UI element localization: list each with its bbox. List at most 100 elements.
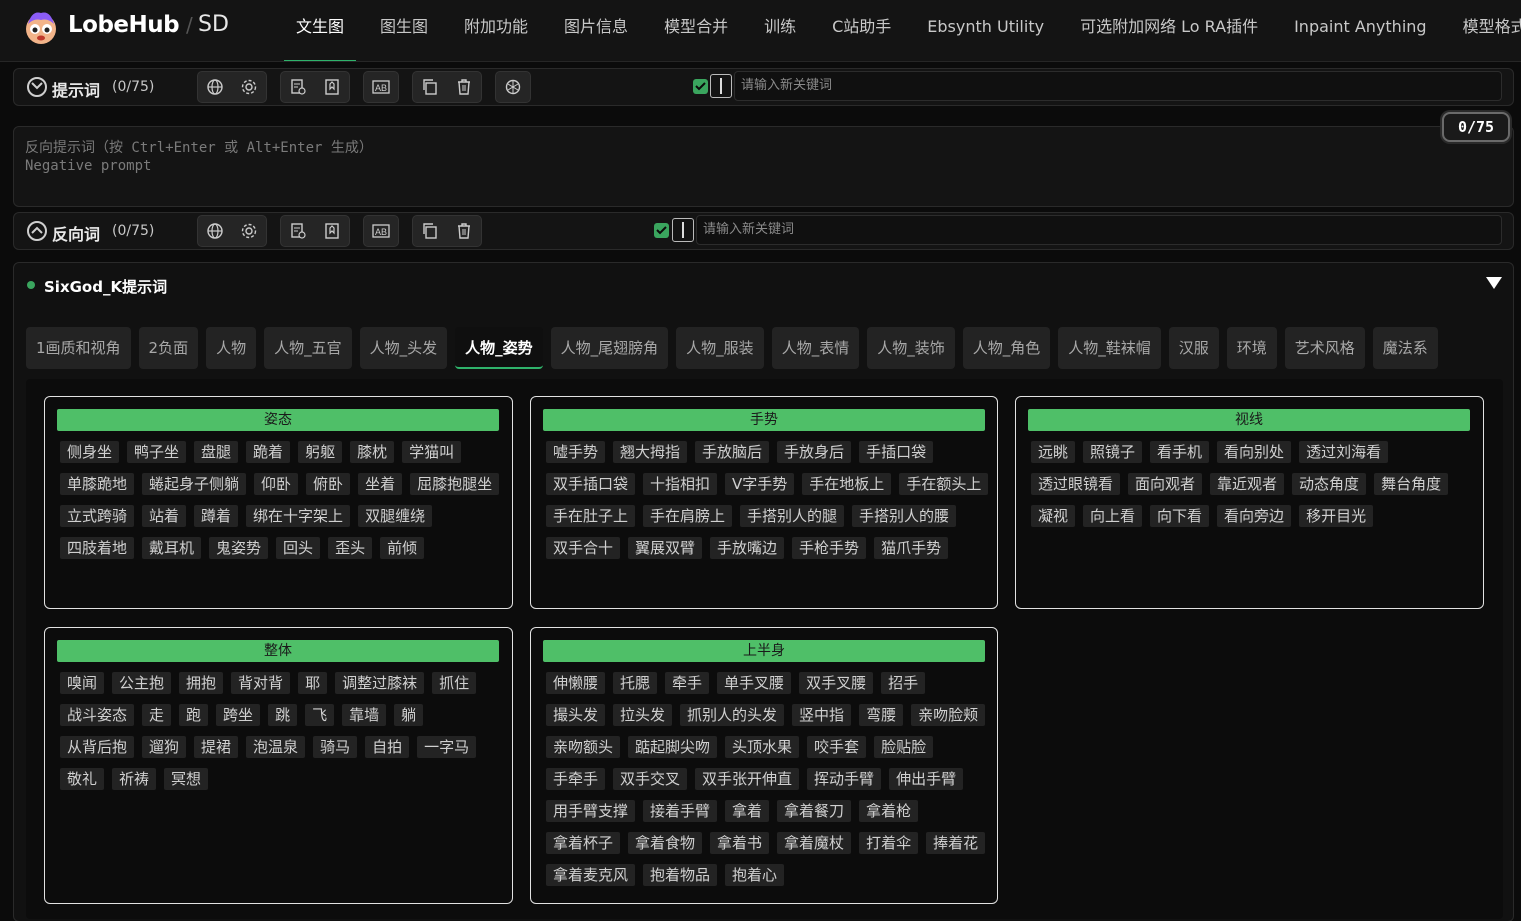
keyword-chip[interactable]: 手牵手 xyxy=(546,768,606,790)
keyword-chip[interactable]: 猫爪手势 xyxy=(874,537,949,559)
category-tab[interactable]: 人物_鞋袜帽 xyxy=(1058,327,1161,369)
tab-train[interactable]: 训练 xyxy=(746,0,814,61)
keyword-chip[interactable]: 拿着魔杖 xyxy=(777,832,852,854)
keyword-chip[interactable]: 拿着杯子 xyxy=(546,832,621,854)
keyword-chip[interactable]: 俯卧 xyxy=(306,473,351,495)
keyword-chip[interactable]: 看向别处 xyxy=(1217,441,1292,463)
keyword-chip[interactable]: 捧着花 xyxy=(926,832,986,854)
keyword-chip[interactable]: 打着伞 xyxy=(859,832,919,854)
keyword-chip[interactable]: 盘腿 xyxy=(194,441,239,463)
keyword-enable-checkbox[interactable] xyxy=(693,79,708,94)
keyword-chip[interactable]: 亲吻脸颊 xyxy=(911,704,986,726)
bookmark-icon[interactable] xyxy=(315,72,349,102)
keyword-chip[interactable]: 双手插口袋 xyxy=(546,473,636,495)
history-doc-icon[interactable] xyxy=(281,72,315,102)
keyword-chip[interactable]: 躬躯 xyxy=(298,441,343,463)
keyword-chip[interactable]: 背对背 xyxy=(231,672,291,694)
bookmark-icon[interactable] xyxy=(315,216,349,246)
keyword-chip[interactable]: 接着手臂 xyxy=(643,800,718,822)
keyword-chip[interactable]: 飞 xyxy=(305,704,335,726)
tab-additional-networks[interactable]: 可选附加网络 Lo RA插件 xyxy=(1062,0,1276,61)
keyword-chip[interactable]: 动态角度 xyxy=(1292,473,1367,495)
keyword-chip[interactable]: 手在肚子上 xyxy=(546,505,636,527)
keyword-chip[interactable]: 立式跨骑 xyxy=(60,505,135,527)
keyword-chip[interactable]: 单膝跪地 xyxy=(60,473,135,495)
keyword-chip[interactable]: 自拍 xyxy=(365,736,410,758)
keyword-chip[interactable]: 远眺 xyxy=(1031,441,1076,463)
trash-icon[interactable] xyxy=(447,216,481,246)
keyword-chip[interactable]: 嗅闻 xyxy=(60,672,105,694)
keyword-chip[interactable]: 踮起脚尖吻 xyxy=(628,736,718,758)
keyword-chip[interactable]: 跨坐 xyxy=(216,704,261,726)
prompt-keyword-input[interactable]: 请输入新关键词 xyxy=(734,71,1502,101)
category-tab[interactable]: 人物_表情 xyxy=(771,327,860,369)
category-tab-active[interactable]: 人物_姿势 xyxy=(455,327,543,369)
category-tab[interactable]: 环境 xyxy=(1226,327,1277,369)
category-tab[interactable]: 1画质和视角 xyxy=(26,327,131,369)
keyword-chip[interactable]: 提裙 xyxy=(194,736,239,758)
keyword-chip[interactable]: 双手交叉 xyxy=(613,768,688,790)
keyword-chip[interactable]: 拿着餐刀 xyxy=(777,800,852,822)
keyword-chip[interactable]: 向下看 xyxy=(1150,505,1210,527)
keyword-chip[interactable]: 撮头发 xyxy=(546,704,606,726)
keyword-chip[interactable]: 靠墙 xyxy=(342,704,387,726)
keyword-chip[interactable]: 拿着 xyxy=(725,800,770,822)
keyword-chip[interactable]: 抓住 xyxy=(432,672,477,694)
keyword-chip[interactable]: 单手叉腰 xyxy=(717,672,792,694)
gear-icon[interactable] xyxy=(232,216,266,246)
keyword-chip[interactable]: 翘大拇指 xyxy=(613,441,688,463)
ab-compare-icon[interactable]: AB xyxy=(364,216,398,246)
collapse-caret-icon[interactable] xyxy=(1486,277,1502,289)
keyword-chip[interactable]: 挥动手臂 xyxy=(807,768,882,790)
keyword-chip[interactable]: 手在肩膀上 xyxy=(643,505,733,527)
keyword-chip[interactable]: 骑马 xyxy=(313,736,358,758)
keyword-chip[interactable]: 亲吻额头 xyxy=(546,736,621,758)
trash-icon[interactable] xyxy=(447,72,481,102)
keyword-chip[interactable]: 公主抱 xyxy=(112,672,172,694)
keyword-chip[interactable]: 手插口袋 xyxy=(859,441,934,463)
keyword-chip[interactable]: 拿着书 xyxy=(710,832,770,854)
keyword-chip[interactable]: 膝枕 xyxy=(350,441,395,463)
keyword-chip[interactable]: 鸭子坐 xyxy=(127,441,187,463)
category-tab[interactable]: 人物_五官 xyxy=(264,327,352,369)
tab-model-format[interactable]: 模型格式 xyxy=(1445,0,1521,61)
tab-txt2img[interactable]: 文生图 xyxy=(278,0,362,61)
tab-extras[interactable]: 附加功能 xyxy=(446,0,546,61)
keyword-chip[interactable]: 看手机 xyxy=(1150,441,1210,463)
keyword-chip[interactable]: 十指相扣 xyxy=(643,473,718,495)
tab-ebsynth-utility[interactable]: Ebsynth Utility xyxy=(909,0,1062,61)
tab-model-merge[interactable]: 模型合并 xyxy=(646,0,746,61)
keyword-chip[interactable]: 手搭别人的腰 xyxy=(852,505,957,527)
keyword-chip[interactable]: 泡温泉 xyxy=(246,736,306,758)
category-tab[interactable]: 艺术风格 xyxy=(1284,327,1365,369)
keyword-chip[interactable]: 面向观者 xyxy=(1128,473,1203,495)
keyword-chip[interactable]: 鬼姿势 xyxy=(209,537,269,559)
keyword-chip[interactable]: 跑 xyxy=(179,704,209,726)
keyword-chip[interactable]: 双手叉腰 xyxy=(799,672,874,694)
keyword-chip[interactable]: 敬礼 xyxy=(60,768,105,790)
keyword-chip[interactable]: 手放脑后 xyxy=(695,441,770,463)
keyword-chip[interactable]: 脸贴脸 xyxy=(874,736,934,758)
keyword-chip[interactable]: 向上看 xyxy=(1083,505,1143,527)
keyword-chip[interactable]: 歪头 xyxy=(328,537,373,559)
category-tab[interactable]: 2负面 xyxy=(138,327,199,369)
keyword-chip[interactable]: 从背后抱 xyxy=(60,736,135,758)
keyword-chip[interactable]: 蜷起身子侧躺 xyxy=(142,473,247,495)
keyword-chip[interactable]: 站着 xyxy=(142,505,187,527)
copy-icon[interactable] xyxy=(413,72,447,102)
keyword-chip[interactable]: 靠近观者 xyxy=(1210,473,1285,495)
category-tab[interactable]: 人物_服装 xyxy=(676,327,764,369)
keyword-chip[interactable]: 战斗姿态 xyxy=(60,704,135,726)
keyword-chip[interactable]: 戴耳机 xyxy=(142,537,202,559)
keyword-chip[interactable]: 抱着物品 xyxy=(643,864,718,886)
ab-compare-icon[interactable]: AB xyxy=(364,72,398,102)
tab-civitai-helper[interactable]: C站助手 xyxy=(814,0,909,61)
keyword-chip[interactable]: 冥想 xyxy=(164,768,209,790)
keyword-chip[interactable]: 头顶水果 xyxy=(725,736,800,758)
keyword-chip[interactable]: 手搭别人的腿 xyxy=(740,505,845,527)
keyword-chip[interactable]: 蹲着 xyxy=(194,505,239,527)
keyword-chip[interactable]: 一字马 xyxy=(417,736,477,758)
tab-png-info[interactable]: 图片信息 xyxy=(546,0,646,61)
keyword-chip[interactable]: 手放身后 xyxy=(777,441,852,463)
keyword-chip[interactable]: 拿着食物 xyxy=(628,832,703,854)
